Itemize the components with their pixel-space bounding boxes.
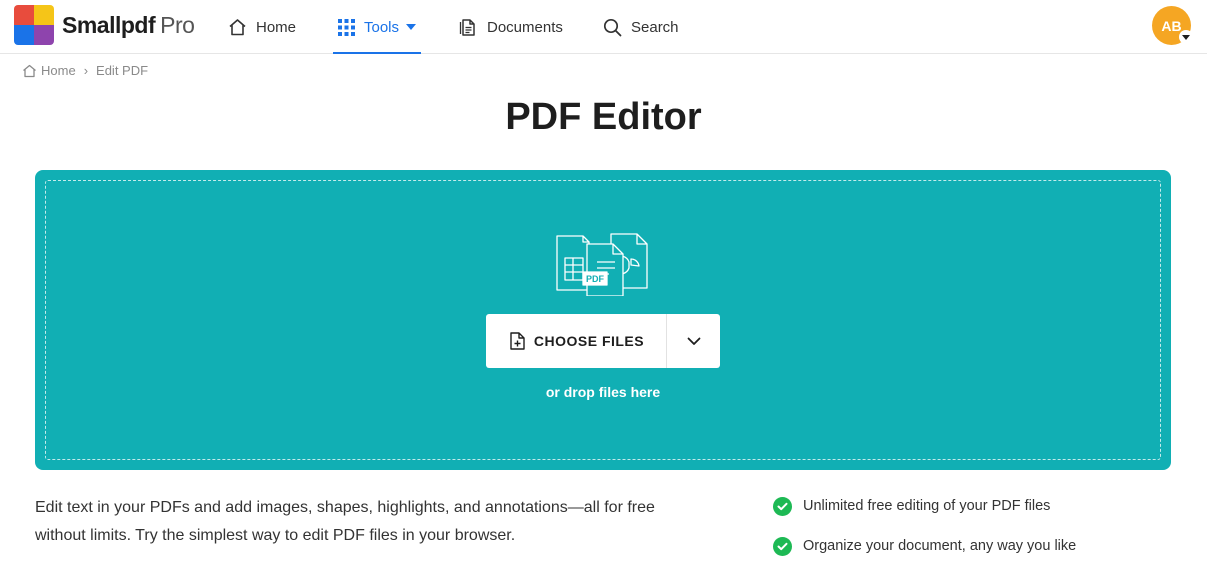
- caret-down-icon: [406, 24, 417, 30]
- chevron-down-icon: [1179, 30, 1193, 44]
- nav-search-label: Search: [631, 18, 679, 36]
- feature-text: Organize your document, any way you like: [803, 538, 1077, 554]
- avatar-initials: AB: [1161, 17, 1182, 34]
- page-title: PDF Editor: [505, 96, 702, 138]
- nav-tools-label: Tools: [363, 18, 400, 36]
- illustration-pdf-label: PDF: [586, 274, 605, 284]
- nav-search[interactable]: Search: [603, 0, 679, 54]
- home-icon: [23, 64, 36, 77]
- feature-text: Unlimited free editing of your PDF files: [803, 498, 1051, 514]
- feature-item: Unlimited free editing of your PDF files: [773, 496, 1076, 516]
- nav-tools[interactable]: Tools: [333, 0, 421, 54]
- nav-home[interactable]: Home: [228, 0, 296, 54]
- choose-files-button[interactable]: CHOOSE FILES: [486, 314, 667, 368]
- nav-documents[interactable]: Documents: [458, 0, 563, 54]
- logo-text: Smallpdf Pro: [62, 11, 195, 38]
- breadcrumb-current: Edit PDF: [96, 63, 149, 78]
- breadcrumb: Home › Edit PDF: [22, 63, 148, 78]
- feature-list: Unlimited free editing of your PDF files…: [773, 496, 1076, 576]
- drop-files-hint: or drop files here: [545, 384, 661, 400]
- choose-files-label: CHOOSE FILES: [533, 333, 645, 349]
- nav-home-label: Home: [256, 18, 297, 36]
- choose-files-split-button: CHOOSE FILES: [486, 314, 720, 368]
- breadcrumb-separator: ›: [83, 63, 89, 78]
- nav-documents-label: Documents: [487, 18, 563, 36]
- chevron-down-icon: [687, 337, 700, 345]
- check-circle-icon: [773, 536, 792, 556]
- home-icon: [229, 19, 246, 36]
- files-illustration-icon: PDF: [556, 233, 648, 296]
- grid-icon: [337, 18, 355, 36]
- choose-source-dropdown-button[interactable]: [667, 314, 720, 368]
- feature-item: Organize your document, any way you like: [773, 536, 1076, 556]
- breadcrumb-home-link[interactable]: Home: [41, 63, 76, 78]
- document-icon: [459, 19, 475, 36]
- tool-description: Edit text in your PDFs and add images, s…: [35, 499, 655, 544]
- search-icon: [603, 18, 622, 36]
- top-navigation-bar: Smallpdf Pro Home Tools Documents Search …: [0, 0, 1207, 54]
- file-plus-icon: [510, 332, 525, 350]
- check-circle-icon: [773, 496, 792, 516]
- file-dropzone[interactable]: PDF CHOOSE FILES or drop files here: [35, 170, 1171, 470]
- smallpdf-logo-icon: [14, 5, 54, 45]
- smallpdf-logo[interactable]: Smallpdf Pro: [14, 5, 195, 45]
- user-avatar[interactable]: AB: [1152, 6, 1193, 45]
